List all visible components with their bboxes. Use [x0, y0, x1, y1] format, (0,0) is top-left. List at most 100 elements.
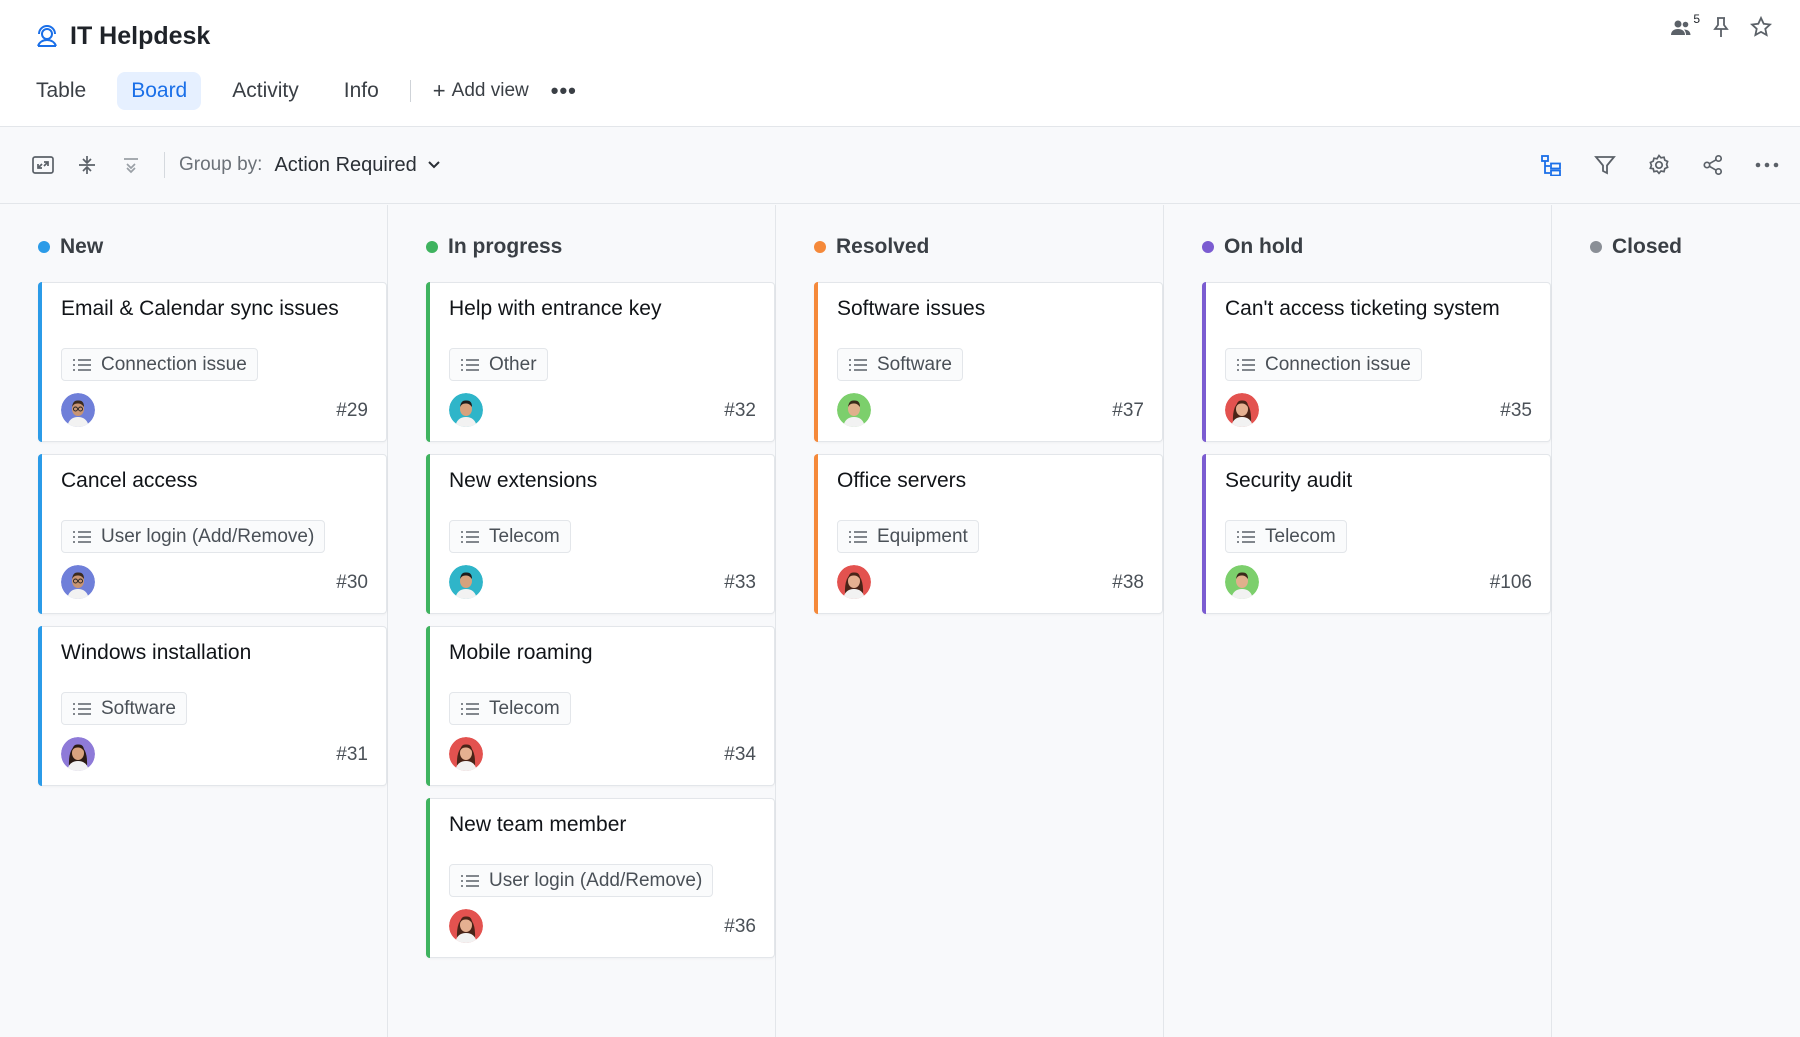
tab-activity[interactable]: Activity	[218, 72, 313, 110]
add-view-label: Add view	[451, 80, 529, 101]
group-by-value: Action Required	[274, 153, 417, 176]
card-accent	[38, 626, 42, 786]
ticket-title: New team member	[449, 813, 627, 836]
ticket-title: Security audit	[1225, 469, 1353, 492]
list-icon	[72, 702, 92, 716]
column-header[interactable]: Closed	[1590, 231, 1784, 263]
collapse-all-icon[interactable]	[116, 150, 146, 180]
assignee-avatar[interactable]	[449, 393, 483, 427]
board-column: In progress Help with entrance key Other #3…	[388, 205, 776, 1037]
card-accent	[814, 282, 818, 442]
column-header[interactable]: On hold	[1202, 231, 1535, 263]
tab-divider	[409, 80, 411, 102]
group-by-select[interactable]: Action Required	[274, 154, 440, 177]
category-tag[interactable]: Telecom	[1225, 520, 1347, 553]
settings-gear-icon[interactable]	[1644, 150, 1674, 180]
category-tag[interactable]: Connection issue	[61, 348, 258, 381]
tab-info[interactable]: Info	[330, 72, 393, 110]
column-title: New	[60, 235, 104, 258]
toolbar-divider	[164, 152, 165, 178]
category-label: Telecom	[489, 525, 560, 547]
ticket-id: #35	[1500, 400, 1532, 421]
list-icon	[460, 874, 480, 888]
status-dot	[814, 241, 826, 253]
ticket-card[interactable]: New team member User login (Add/Remove) #3…	[426, 798, 775, 958]
tab-board[interactable]: Board	[117, 72, 202, 110]
assignee-avatar[interactable]	[1225, 393, 1259, 427]
card-accent	[814, 454, 818, 614]
hierarchy-icon[interactable]	[1536, 150, 1566, 180]
category-tag[interactable]: Other	[449, 348, 548, 381]
list-icon	[460, 702, 480, 716]
assignee-avatar[interactable]	[61, 565, 95, 599]
column-header[interactable]: Resolved	[814, 231, 1147, 263]
ticket-id: #32	[724, 400, 756, 421]
list-icon	[1236, 358, 1256, 372]
ticket-card[interactable]: Windows installation Software #31	[38, 626, 387, 786]
ticket-card[interactable]: Cancel access User login (Add/Remove) #30	[38, 454, 387, 614]
category-tag[interactable]: User login (Add/Remove)	[61, 520, 326, 553]
ticket-title: Help with entrance key	[449, 297, 662, 320]
toolbar-right	[1536, 150, 1782, 180]
add-view-button[interactable]: + Add view	[421, 73, 541, 109]
expand-icon[interactable]	[28, 150, 58, 180]
star-icon[interactable]	[1748, 14, 1774, 40]
card-accent	[38, 454, 42, 614]
ticket-card[interactable]: Office servers Equipment #38	[814, 454, 1163, 614]
card-accent	[426, 798, 430, 958]
category-tag[interactable]: Software	[61, 692, 187, 725]
ticket-card[interactable]: New extensions Telecom #33	[426, 454, 775, 614]
category-label: Telecom	[1265, 525, 1336, 547]
ticket-id: #34	[724, 744, 756, 765]
assignee-avatar[interactable]	[1225, 565, 1259, 599]
ticket-card[interactable]: Mobile roaming Telecom #34	[426, 626, 775, 786]
more-views-icon[interactable]: •••	[541, 74, 587, 108]
assignee-avatar[interactable]	[449, 737, 483, 771]
ticket-title: New extensions	[449, 469, 598, 492]
assignee-avatar[interactable]	[837, 393, 871, 427]
collapse-icon[interactable]	[72, 150, 102, 180]
board-column: Closed	[1552, 205, 1800, 1037]
share-icon[interactable]	[1698, 150, 1728, 180]
category-tag[interactable]: Telecom	[449, 692, 571, 725]
more-options-icon[interactable]	[1752, 150, 1782, 180]
pin-icon[interactable]	[1708, 14, 1734, 40]
ticket-title: Can't access ticketing system	[1225, 297, 1500, 320]
ticket-id: #31	[336, 744, 368, 765]
card-accent	[38, 282, 42, 442]
board-toolbar: Group by: Action Required	[0, 128, 1800, 204]
list-icon	[72, 358, 92, 372]
ticket-title: Office servers	[837, 469, 967, 492]
assignee-avatar[interactable]	[61, 393, 95, 427]
category-tag[interactable]: User login (Add/Remove)	[449, 864, 714, 897]
board-column: On hold Can't access ticketing system Conn…	[1164, 205, 1552, 1037]
column-header[interactable]: New	[38, 231, 371, 263]
members-icon[interactable]: 5	[1668, 12, 1700, 40]
category-tag[interactable]: Telecom	[449, 520, 571, 553]
status-dot	[38, 241, 50, 253]
ticket-card[interactable]: Software issues Software #37	[814, 282, 1163, 442]
ticket-card[interactable]: Email & Calendar sync issues Connection i…	[38, 282, 387, 442]
ticket-card[interactable]: Security audit Telecom #106	[1202, 454, 1551, 614]
category-label: Telecom	[489, 697, 560, 719]
list-icon	[848, 530, 868, 544]
helpdesk-icon	[34, 24, 60, 50]
ticket-id: #29	[336, 400, 368, 421]
ticket-card[interactable]: Can't access ticketing system Connection …	[1202, 282, 1551, 442]
ticket-id: #36	[724, 916, 756, 937]
ticket-id: #37	[1112, 400, 1144, 421]
category-tag[interactable]: Connection issue	[1225, 348, 1422, 381]
tab-table[interactable]: Table	[22, 72, 100, 110]
assignee-avatar[interactable]	[449, 565, 483, 599]
column-header[interactable]: In progress	[426, 231, 759, 263]
status-dot	[1202, 241, 1214, 253]
list-icon	[460, 530, 480, 544]
assignee-avatar[interactable]	[61, 737, 95, 771]
category-tag[interactable]: Equipment	[837, 520, 979, 553]
assignee-avatar[interactable]	[449, 909, 483, 943]
filter-icon[interactable]	[1590, 150, 1620, 180]
category-tag[interactable]: Software	[837, 348, 963, 381]
column-title: Resolved	[836, 235, 930, 258]
assignee-avatar[interactable]	[837, 565, 871, 599]
ticket-card[interactable]: Help with entrance key Other #32	[426, 282, 775, 442]
